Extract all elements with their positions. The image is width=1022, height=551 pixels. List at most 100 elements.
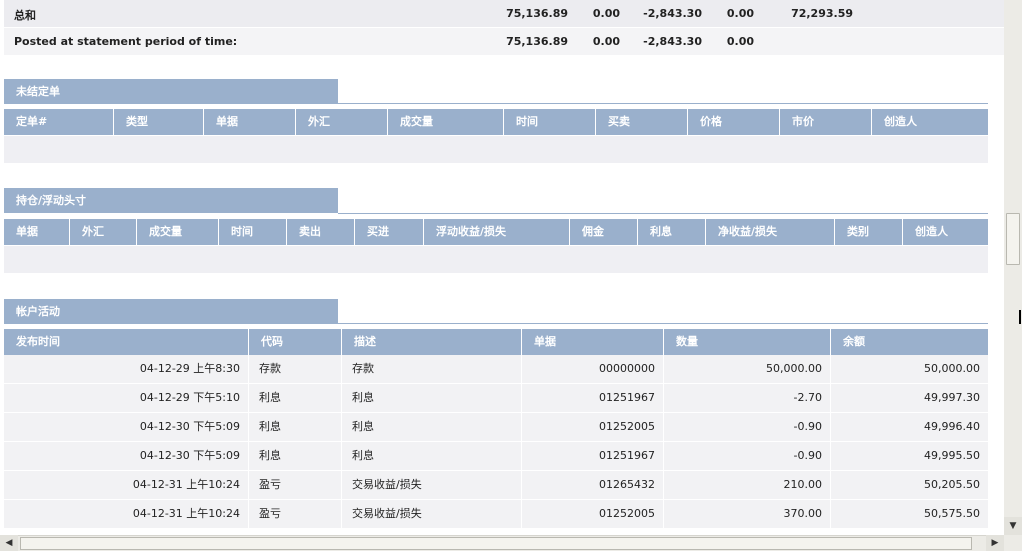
activity-ticket: 01265432 [522, 471, 664, 499]
activity-description: 交易收益/损失 [342, 500, 522, 528]
activity-time: 04-12-31 上午10:24 [4, 500, 249, 528]
activity-balance: 50,000.00 [924, 362, 980, 375]
column-header[interactable]: 类别 [835, 219, 903, 245]
summary-posted-row: Posted at statement period of time: 75,1… [4, 28, 1004, 55]
column-header[interactable]: 代码 [249, 329, 342, 355]
column-header[interactable]: 成交量 [388, 109, 504, 135]
activity-code: 盈亏 [249, 500, 342, 528]
section-divider [338, 103, 988, 104]
pending-orders-header: 定单# 类型 单据 外汇 成交量 时间 买卖 价格 市价 创造人 [4, 109, 988, 135]
activity-time: 04-12-31 上午10:24 [4, 471, 249, 499]
activity-ticket: 01251967 [522, 384, 664, 412]
chevron-down-icon: ▼ [1009, 521, 1017, 531]
summary-total-value: 75,136.89 [506, 7, 568, 20]
activity-description: 利息 [342, 413, 522, 441]
pending-orders-title: 未结定单 [4, 79, 338, 104]
horizontal-scroll-thumb[interactable] [20, 537, 972, 550]
column-header[interactable]: 佣金 [570, 219, 638, 245]
activity-time: 04-12-29 上午8:30 [4, 355, 249, 383]
vertical-scroll-thumb[interactable] [1006, 213, 1020, 265]
scroll-down-button[interactable]: ▼ [1004, 517, 1022, 535]
activity-time: 04-12-29 下午5:10 [4, 384, 249, 412]
column-header[interactable]: 数量 [664, 329, 831, 355]
summary-posted-value: 0.00 [726, 35, 754, 48]
activity-row: 04-12-29 下午5:10 利息 利息 01251967 -2.70 49,… [4, 384, 988, 413]
summary-total-value: -2,843.30 [643, 7, 702, 20]
activity-description: 存款 [342, 355, 522, 383]
column-header[interactable]: 买卖 [596, 109, 688, 135]
scroll-right-button[interactable]: ▶ [986, 535, 1004, 551]
column-header[interactable]: 余额 [831, 329, 988, 355]
column-header[interactable]: 单据 [4, 219, 70, 245]
activity-code: 利息 [249, 413, 342, 441]
activity-time: 04-12-30 下午5:09 [4, 413, 249, 441]
column-header[interactable]: 时间 [504, 109, 596, 135]
activity-amount: -0.90 [664, 413, 831, 441]
scroll-left-button[interactable]: ◀ [0, 535, 18, 551]
account-activity-title: 帐户活动 [4, 299, 338, 324]
column-header[interactable]: 市价 [780, 109, 872, 135]
vertical-scrollbar[interactable] [1004, 0, 1022, 535]
activity-row: 04-12-30 下午5:09 利息 利息 01251967 -0.90 49,… [4, 442, 988, 471]
column-header[interactable]: 卖出 [287, 219, 355, 245]
summary-total-value: 0.00 [592, 7, 620, 20]
column-header[interactable]: 单据 [204, 109, 296, 135]
summary-total-value: 72,293.59 [791, 7, 853, 20]
activity-balance: 49,995.50 [924, 449, 980, 462]
activity-balance: 50,575.50 [924, 507, 980, 520]
summary-posted-value: -2,843.30 [643, 35, 702, 48]
activity-balance: 49,996.40 [924, 420, 980, 433]
activity-amount: -2.70 [664, 384, 831, 412]
text-cursor-icon [1019, 310, 1021, 324]
summary-total-value: 0.00 [726, 7, 754, 20]
activity-amount: 210.00 [664, 471, 831, 499]
summary-total-row: 总和 75,136.89 0.00 -2,843.30 0.00 72,293.… [4, 0, 1004, 27]
activity-balance: 49,997.30 [924, 391, 980, 404]
scrollbar-corner [1004, 535, 1022, 551]
activity-code: 利息 [249, 442, 342, 470]
activity-ticket: 01252005 [522, 500, 664, 528]
column-header[interactable]: 创造人 [872, 109, 988, 135]
column-header[interactable]: 描述 [342, 329, 522, 355]
summary-posted-value: 0.00 [592, 35, 620, 48]
activity-ticket: 01252005 [522, 413, 664, 441]
column-header[interactable]: 买进 [355, 219, 424, 245]
open-positions-header: 单据 外汇 成交量 时间 卖出 买进 浮动收益/损失 佣金 利息 净收益/损失 … [4, 219, 988, 245]
activity-time: 04-12-30 下午5:09 [4, 442, 249, 470]
section-divider [338, 213, 988, 214]
column-header[interactable]: 发布时间 [4, 329, 249, 355]
activity-code: 存款 [249, 355, 342, 383]
activity-amount: 370.00 [664, 500, 831, 528]
activity-row: 04-12-29 上午8:30 存款 存款 00000000 50,000.00… [4, 355, 988, 384]
activity-amount: 50,000.00 [664, 355, 831, 383]
column-header[interactable]: 定单# [4, 109, 114, 135]
summary-posted-label: Posted at statement period of time: [14, 35, 238, 48]
column-header[interactable]: 价格 [688, 109, 780, 135]
report-page: 总和 75,136.89 0.00 -2,843.30 0.00 72,293.… [0, 0, 1004, 535]
open-positions-empty-row [4, 246, 988, 273]
column-header[interactable]: 外汇 [70, 219, 137, 245]
section-divider [338, 323, 988, 324]
column-header[interactable]: 净收益/损失 [706, 219, 835, 245]
column-header[interactable]: 时间 [219, 219, 287, 245]
column-header[interactable]: 类型 [114, 109, 204, 135]
column-header[interactable]: 创造人 [903, 219, 988, 245]
activity-ticket: 01251967 [522, 442, 664, 470]
activity-code: 盈亏 [249, 471, 342, 499]
activity-row: 04-12-31 上午10:24 盈亏 交易收益/损失 01252005 370… [4, 500, 988, 529]
activity-ticket: 00000000 [522, 355, 664, 383]
activity-row: 04-12-31 上午10:24 盈亏 交易收益/损失 01265432 210… [4, 471, 988, 500]
column-header[interactable]: 利息 [638, 219, 706, 245]
activity-description: 利息 [342, 384, 522, 412]
summary-total-label: 总和 [14, 9, 36, 22]
column-header[interactable]: 单据 [522, 329, 664, 355]
account-activity-header: 发布时间 代码 描述 单据 数量 余额 [4, 329, 988, 355]
column-header[interactable]: 外汇 [296, 109, 388, 135]
activity-amount: -0.90 [664, 442, 831, 470]
column-header[interactable]: 成交量 [137, 219, 219, 245]
chevron-right-icon: ▶ [991, 538, 999, 548]
activity-description: 利息 [342, 442, 522, 470]
summary-posted-value: 75,136.89 [506, 35, 568, 48]
column-header[interactable]: 浮动收益/损失 [424, 219, 570, 245]
activity-row: 04-12-30 下午5:09 利息 利息 01252005 -0.90 49,… [4, 413, 988, 442]
